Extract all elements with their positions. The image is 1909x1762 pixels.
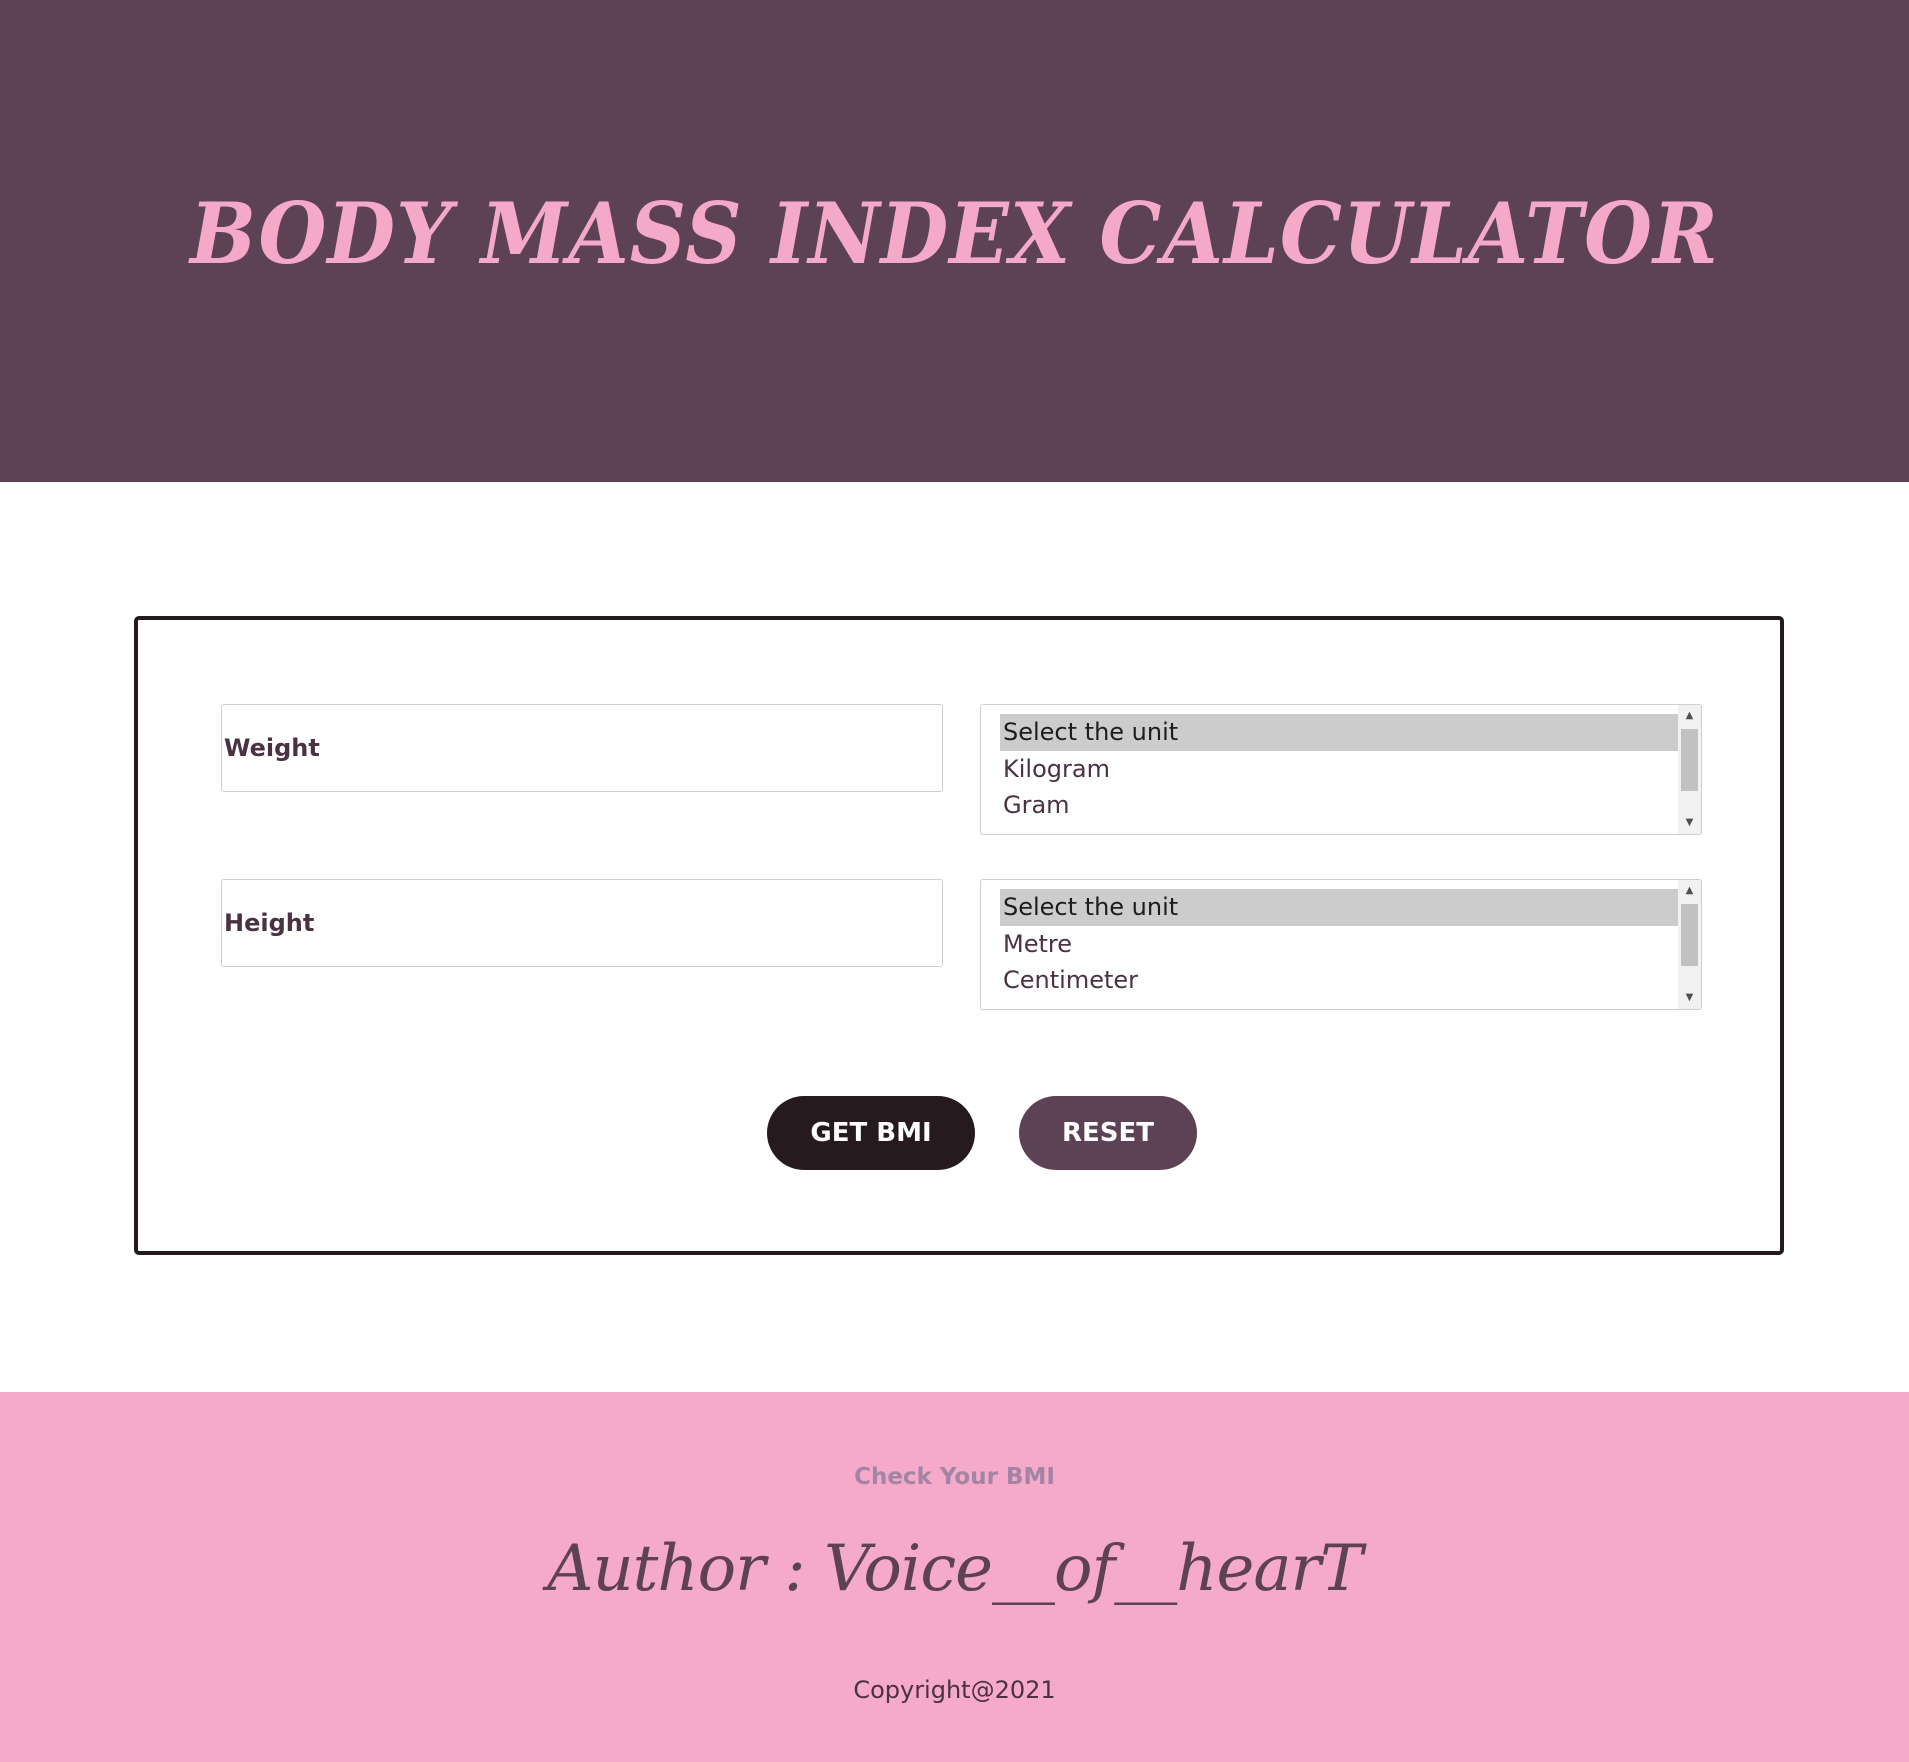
footer-author: Author : Voice__of__hearT: [547, 1532, 1363, 1606]
height-unit-option[interactable]: Metre: [1000, 926, 1679, 963]
weight-unit-option[interactable]: Kilogram: [1000, 751, 1679, 788]
height-input[interactable]: [221, 879, 943, 967]
reset-button[interactable]: RESET: [1019, 1096, 1197, 1170]
weight-unit-select[interactable]: Select the unit Kilogram Gram ▲ ▼: [980, 704, 1702, 835]
footer-copyright: Copyright@2021: [853, 1676, 1056, 1704]
page-header: BODY MASS INDEX CALCULATOR: [0, 0, 1909, 482]
page-title: BODY MASS INDEX CALCULATOR: [190, 185, 1719, 284]
weight-input[interactable]: [221, 704, 943, 792]
height-unit-scrollbar[interactable]: ▲ ▼: [1678, 880, 1701, 1009]
scroll-down-arrow-icon[interactable]: ▼: [1678, 812, 1701, 834]
height-unit-options: Select the unit Metre Centimeter: [1000, 889, 1679, 999]
height-unit-select[interactable]: Select the unit Metre Centimeter ▲ ▼: [980, 879, 1702, 1010]
scroll-up-arrow-icon[interactable]: ▲: [1678, 880, 1701, 902]
weight-unit-option[interactable]: Select the unit: [1000, 714, 1679, 751]
weight-unit-option[interactable]: Gram: [1000, 787, 1679, 824]
weight-unit-scrollbar[interactable]: ▲ ▼: [1678, 705, 1701, 834]
page-footer: Check Your BMI Author : Voice__of__hearT…: [0, 1392, 1909, 1762]
scroll-thumb[interactable]: [1681, 729, 1698, 791]
get-bmi-button[interactable]: GET BMI: [767, 1096, 975, 1170]
scroll-thumb[interactable]: [1681, 904, 1698, 966]
scroll-down-arrow-icon[interactable]: ▼: [1678, 987, 1701, 1009]
footer-tagline: Check Your BMI: [854, 1464, 1055, 1490]
scroll-up-arrow-icon[interactable]: ▲: [1678, 705, 1701, 727]
height-unit-option[interactable]: Select the unit: [1000, 889, 1679, 926]
height-unit-option[interactable]: Centimeter: [1000, 962, 1679, 999]
weight-unit-options: Select the unit Kilogram Gram: [1000, 714, 1679, 824]
